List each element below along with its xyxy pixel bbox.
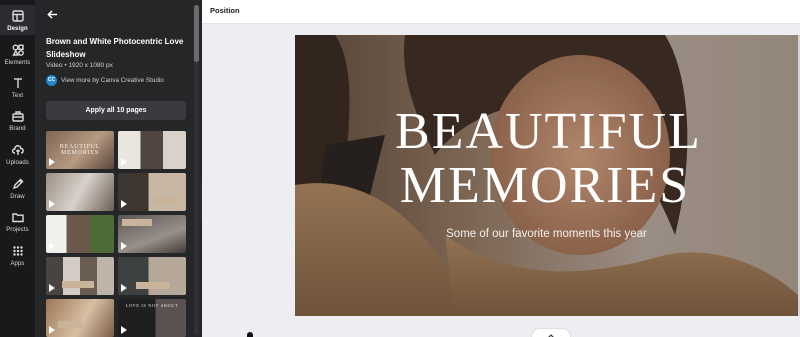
text-icon xyxy=(11,76,25,90)
play-icon xyxy=(49,284,55,292)
thumbnail-text-box xyxy=(62,281,94,288)
template-title: Brown and White Photocentric Love Slides… xyxy=(46,37,184,59)
page-thumbnail-1[interactable]: BEAUTIFUL MEMORIES xyxy=(46,131,114,169)
rail-item-brand[interactable]: Brand xyxy=(0,105,35,135)
play-icon xyxy=(121,200,127,208)
panel-scrollbar[interactable] xyxy=(194,5,199,335)
play-icon xyxy=(49,326,55,334)
thumbnail-text-box xyxy=(154,197,180,204)
page-thumbnail-8[interactable] xyxy=(118,257,186,295)
rail-item-projects[interactable]: Projects xyxy=(0,206,35,236)
page-thumbnail-4[interactable] xyxy=(118,173,186,211)
left-rail: Design Elements Text Brand Uploads Draw … xyxy=(0,0,35,337)
creator-link[interactable]: CC View more by Canva Creative Studio xyxy=(46,74,164,86)
creator-avatar: CC xyxy=(46,74,57,86)
arrow-left-icon xyxy=(46,9,57,19)
rail-item-elements[interactable]: Elements xyxy=(0,39,35,69)
headline-line-2[interactable]: MEMORIES xyxy=(395,160,695,212)
briefcase-icon xyxy=(11,109,25,123)
design-page[interactable]: BEAUTIFUL MEMORIES Some of our favorite … xyxy=(295,35,798,316)
apply-all-pages-button[interactable]: Apply all 10 pages xyxy=(46,101,186,120)
page-thumbnail-5[interactable] xyxy=(46,215,114,253)
page-thumbnail-6[interactable] xyxy=(118,215,186,253)
context-toolbar: Position xyxy=(202,0,800,24)
rail-label: Projects xyxy=(6,227,29,233)
page-thumbnail-3[interactable] xyxy=(46,173,114,211)
thumbnail-text-box xyxy=(136,282,170,289)
editor-canvas-area: Position BEAUTIFUL MEMORIES Some of our … xyxy=(202,0,800,337)
shapes-icon xyxy=(11,43,25,57)
rail-label: Uploads xyxy=(6,160,29,166)
rail-item-apps[interactable]: Apps xyxy=(0,240,35,270)
thumbnail-text-box xyxy=(58,321,82,328)
headline-line-1[interactable]: BEAUTIFUL xyxy=(395,106,700,158)
show-pages-toggle[interactable] xyxy=(532,329,570,337)
page-thumbnail-7[interactable] xyxy=(46,257,114,295)
thumbnail-text-box xyxy=(122,219,152,226)
panel-scrollbar-thumb[interactable] xyxy=(194,5,199,62)
play-icon xyxy=(121,284,127,292)
play-icon xyxy=(49,200,55,208)
thumbnail-text: LOVE IS NOT ABOUT xyxy=(125,303,179,308)
folder-icon xyxy=(11,210,25,224)
page-thumbnail-2[interactable] xyxy=(118,131,186,169)
rail-item-text[interactable]: Text xyxy=(0,72,35,102)
rail-label: Draw xyxy=(10,194,25,200)
play-icon xyxy=(49,158,55,166)
play-icon xyxy=(49,242,55,250)
rail-item-design[interactable]: Design xyxy=(0,5,35,35)
play-icon xyxy=(121,158,127,166)
play-icon xyxy=(121,242,127,250)
grid-icon xyxy=(11,244,25,258)
rail-label: Apps xyxy=(10,261,25,267)
editor-window: Design Elements Text Brand Uploads Draw … xyxy=(0,0,800,337)
page-thumbnail-10[interactable]: LOVE IS NOT ABOUT xyxy=(118,299,186,337)
position-button[interactable]: Position xyxy=(210,6,240,15)
cloud-upload-icon xyxy=(11,143,25,157)
rail-item-draw[interactable]: Draw xyxy=(0,173,35,203)
page-thumbnail-9[interactable] xyxy=(46,299,114,337)
template-panel: Brown and White Photocentric Love Slides… xyxy=(35,0,202,337)
back-button[interactable] xyxy=(45,7,59,21)
layout-icon xyxy=(11,9,25,23)
creator-link-text: View more by Canva Creative Studio xyxy=(61,76,164,84)
subheadline[interactable]: Some of our favorite moments this year xyxy=(375,228,718,240)
template-meta: Video • 1920 x 1080 px xyxy=(46,62,113,69)
pen-icon xyxy=(11,177,25,191)
rail-label: Elements xyxy=(4,60,31,66)
rail-label: Text xyxy=(11,93,24,99)
rail-label: Design xyxy=(7,26,28,32)
rail-label: Brand xyxy=(9,126,26,132)
chevron-up-icon xyxy=(547,333,555,337)
play-icon xyxy=(121,326,127,334)
mouse-cursor xyxy=(247,332,253,337)
thumbnail-text: BEAUTIFUL MEMORIES xyxy=(59,144,101,156)
rail-item-uploads[interactable]: Uploads xyxy=(0,139,35,169)
